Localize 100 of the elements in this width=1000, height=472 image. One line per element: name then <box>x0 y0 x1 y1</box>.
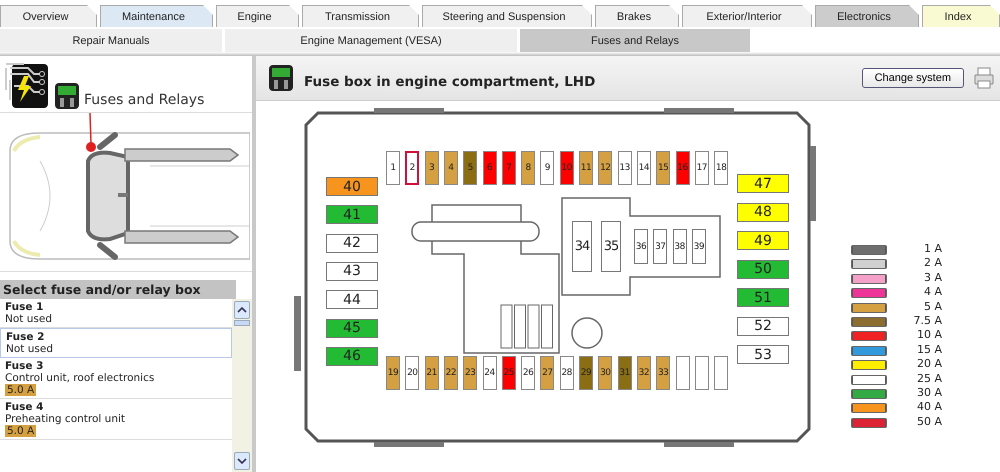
relay[interactable]: 36 <box>634 229 648 264</box>
relay[interactable]: 34 <box>572 221 592 272</box>
tab[interactable]: Maintenance <box>100 5 213 27</box>
tab[interactable]: Exterior/Interior <box>682 5 812 27</box>
scrollbar[interactable] <box>232 299 252 472</box>
relay[interactable]: 39 <box>692 229 706 264</box>
legend-label: 10 A <box>916 328 942 342</box>
fuse[interactable]: 51 <box>737 288 789 307</box>
tab[interactable]: Overview <box>0 5 97 27</box>
fuse[interactable]: 28 <box>560 356 574 390</box>
scroll-down-icon[interactable] <box>234 452 250 470</box>
panel-title: Fuses and Relays <box>84 92 204 108</box>
tab[interactable]: Engine <box>216 5 299 27</box>
fuse[interactable]: 10 <box>560 151 574 185</box>
fuse[interactable]: 41 <box>326 205 378 224</box>
fuse-rating: 5.0 A <box>5 425 36 437</box>
fuse-list-item[interactable]: Fuse 2 Not used <box>0 328 232 358</box>
fuse-description: Not used <box>6 343 53 355</box>
fuse[interactable] <box>694 356 709 390</box>
fuse[interactable]: 33 <box>656 356 670 390</box>
fuse[interactable]: 43 <box>326 262 378 281</box>
fuse[interactable]: 13 <box>618 151 632 185</box>
relay[interactable]: 37 <box>653 229 668 264</box>
fuse[interactable]: 15 <box>656 151 670 185</box>
subtab[interactable]: Fuses and Relays <box>520 29 750 52</box>
tab[interactable]: Steering and Suspension <box>422 5 592 27</box>
fuse-list-item[interactable]: Fuse 3 Control unit, roof electronics 5.0 A <box>0 358 232 399</box>
relay[interactable]: 38 <box>672 229 687 264</box>
fuse[interactable]: 47 <box>737 174 789 193</box>
fuse[interactable]: 25 <box>502 356 516 390</box>
fuse[interactable]: 30 <box>598 356 612 390</box>
fuse[interactable]: 3 <box>424 151 439 185</box>
tab[interactable]: Transmission <box>302 5 419 27</box>
fuse[interactable]: 20 <box>405 356 420 390</box>
location-marker <box>86 113 96 153</box>
legend-label: 20 A <box>916 357 942 372</box>
legend-label: 50 A <box>916 414 942 429</box>
fuse[interactable]: 44 <box>326 290 378 310</box>
fuse[interactable]: 24 <box>482 356 496 390</box>
legend-label: 3 A <box>922 270 942 285</box>
fuse[interactable]: 40 <box>326 177 378 196</box>
relay[interactable]: 35 <box>601 221 621 272</box>
tab[interactable]: Index <box>922 5 1000 27</box>
fuse[interactable]: 9 <box>540 151 554 185</box>
fuse[interactable]: 23 <box>463 356 478 390</box>
legend-label: 2 A <box>922 256 942 270</box>
fuse[interactable]: 27 <box>540 356 554 390</box>
legend-label: 4 A <box>922 285 942 300</box>
fuse[interactable]: 53 <box>737 345 789 364</box>
scroll-thumb[interactable] <box>234 320 250 326</box>
diagram-title: Fuse box in engine compartment, LHD <box>304 74 596 90</box>
fuse[interactable]: 18 <box>714 151 728 185</box>
fuse[interactable]: 45 <box>326 318 378 338</box>
fuse[interactable]: 32 <box>636 356 651 390</box>
fuse[interactable]: 52 <box>737 316 789 336</box>
fuse[interactable]: 7 <box>502 151 516 185</box>
fuse[interactable]: 1 <box>386 151 400 185</box>
fuse[interactable]: 6 <box>482 151 496 185</box>
legend-label: 7.5 A <box>912 314 942 328</box>
fuse[interactable]: 4 <box>444 151 458 185</box>
list-title: Select fuse and/or relay box <box>0 280 236 299</box>
fuse[interactable]: 14 <box>636 151 651 185</box>
fuse[interactable]: 19 <box>386 356 400 390</box>
fuse-description: Preheating control unit <box>5 413 126 425</box>
fuse[interactable]: 8 <box>521 151 536 185</box>
fuse-description: Not used <box>5 313 52 325</box>
fuse[interactable]: 21 <box>424 356 439 390</box>
legend-label: 1 A <box>922 242 942 256</box>
fuse-rating: 5.0 A <box>5 384 36 396</box>
tab[interactable]: Brakes <box>595 5 679 27</box>
fuse[interactable]: 11 <box>579 151 593 185</box>
fuse[interactable]: 22 <box>444 356 458 390</box>
fuse-description: Control unit, roof electronics <box>5 372 154 384</box>
printer-icon[interactable] <box>974 67 994 89</box>
legend-label: 25 A <box>916 372 942 386</box>
fuse-name: Fuse 4 <box>5 401 44 413</box>
fuse-list-item[interactable]: Fuse 4 Preheating control unit 5.0 A <box>0 399 232 440</box>
subtab[interactable]: Engine Management (VESA) <box>225 29 517 52</box>
fuse-icon <box>268 64 294 92</box>
fuse[interactable]: 2 <box>405 151 420 185</box>
fuse[interactable]: 46 <box>326 346 378 366</box>
scroll-up-icon[interactable] <box>234 301 250 319</box>
change-system-button[interactable]: Change system <box>862 68 964 88</box>
legend-label: 40 A <box>916 400 942 414</box>
fuse[interactable]: 26 <box>521 356 536 390</box>
fuse[interactable] <box>676 356 690 390</box>
subtab[interactable]: Repair Manuals <box>0 29 222 52</box>
fuse[interactable]: 12 <box>598 151 612 185</box>
fuse[interactable]: 42 <box>326 234 378 253</box>
fuse[interactable]: 48 <box>737 202 789 222</box>
fuse[interactable]: 17 <box>694 151 709 185</box>
tab[interactable]: Electronics <box>815 5 919 27</box>
fuse[interactable]: 49 <box>737 231 789 250</box>
fuse[interactable]: 16 <box>676 151 690 185</box>
circuit-lightning-icon <box>4 60 50 110</box>
fuse[interactable] <box>714 356 728 390</box>
legend-label: 5 A <box>922 300 942 314</box>
fuse-icon <box>54 82 80 110</box>
fuse-name: Fuse 1 <box>5 301 44 313</box>
fuse[interactable]: 50 <box>737 260 789 278</box>
